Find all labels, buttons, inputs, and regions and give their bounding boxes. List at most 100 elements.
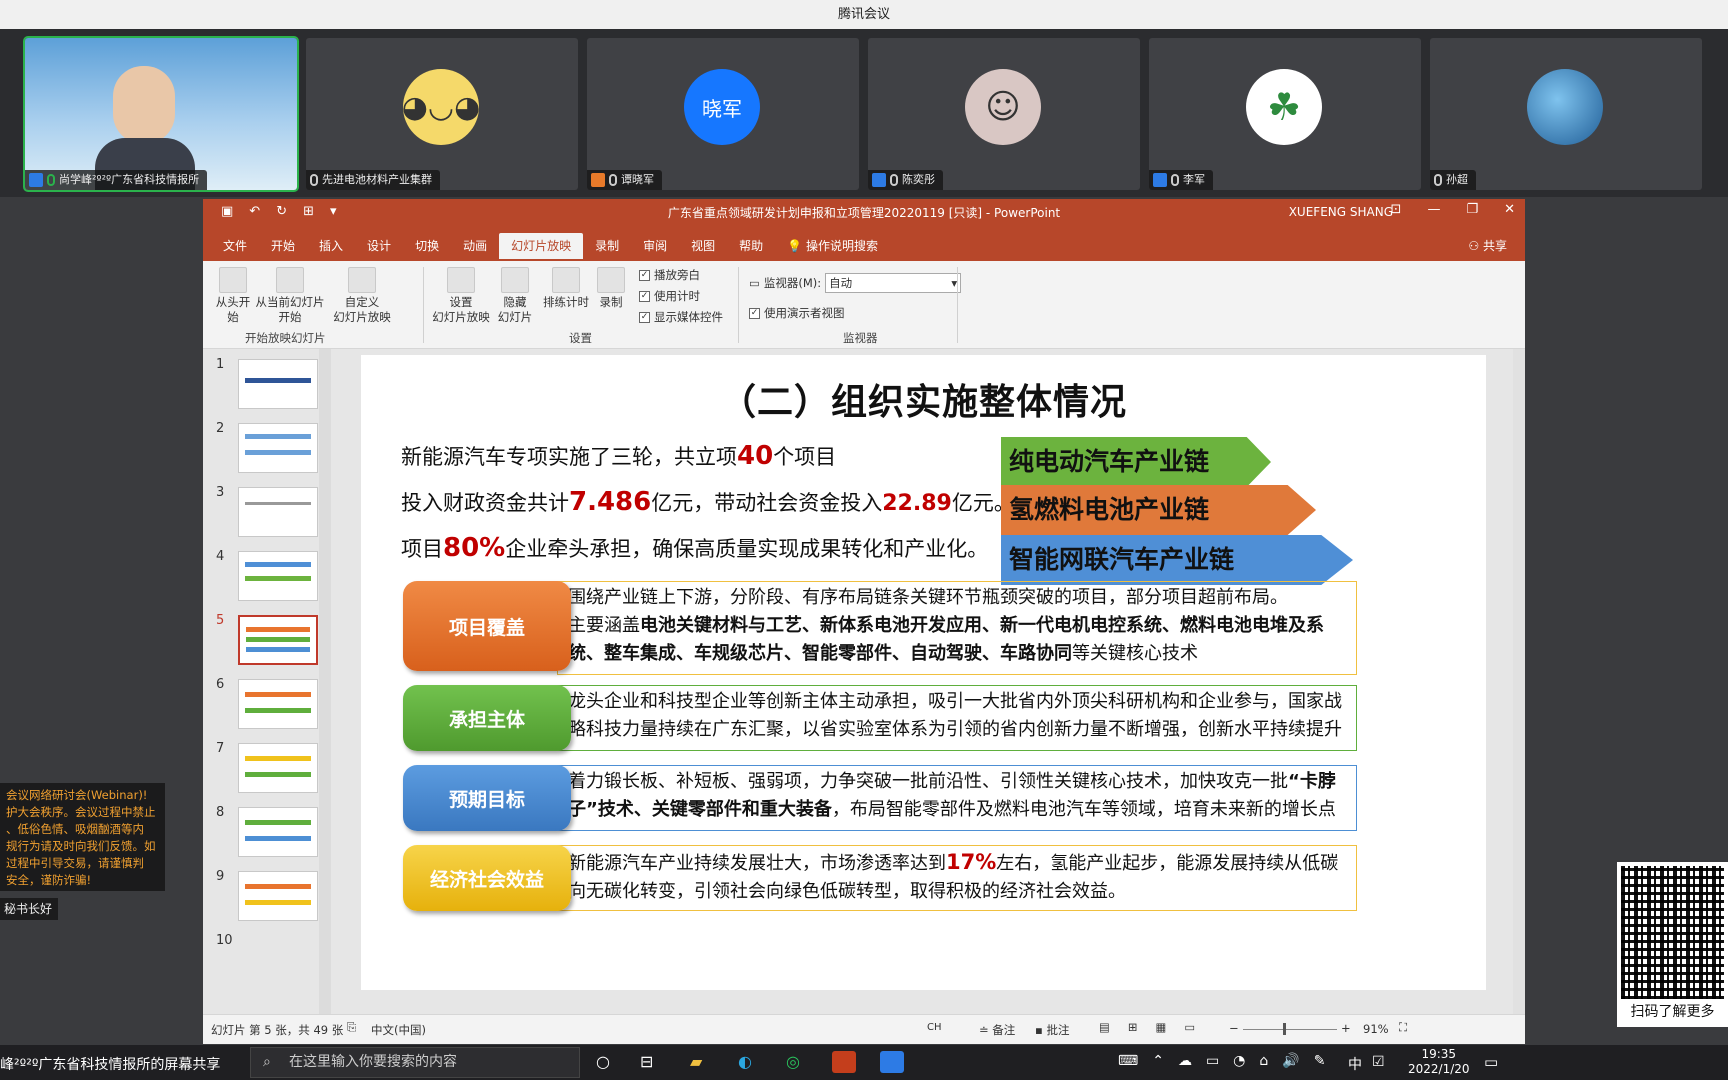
- thumbnails-scrollbar[interactable]: [319, 349, 331, 1014]
- custom-slideshow-button[interactable]: 自定义 幻灯片放映: [325, 265, 399, 325]
- system-tray-icons[interactable]: ⌨⌃☁▭◔⌂🔊✎: [1118, 1053, 1339, 1069]
- spellcheck-icon[interactable]: ⎘: [347, 1020, 356, 1035]
- participant-tile-1[interactable]: 尚学峰²º²º广东省科技情报所: [23, 36, 299, 192]
- share-label: 共享: [1482, 239, 1507, 253]
- slide-thumbnail[interactable]: [238, 871, 318, 921]
- slide-thumbnail[interactable]: [238, 487, 318, 537]
- from-start-button[interactable]: 从头开始: [211, 265, 255, 325]
- taskbar-search[interactable]: ⌕ 在这里输入你要搜索的内容: [250, 1047, 580, 1078]
- tab-help[interactable]: 帮助: [727, 233, 775, 259]
- participant-tile-2[interactable]: ◕◡◕ 先进电池材料产业集群: [306, 38, 578, 190]
- fit-slide-icon[interactable]: ⛶: [1399, 1020, 1407, 1035]
- ime-indicator[interactable]: 中: [1348, 1054, 1362, 1074]
- monitor-select[interactable]: 自动 ▾: [825, 273, 962, 293]
- checkbox-label: 使用演示者视图: [764, 306, 845, 320]
- participant-tile-6[interactable]: 孙超: [1430, 38, 1702, 190]
- zoom-level[interactable]: 91%: [1363, 1022, 1389, 1036]
- tab-review[interactable]: 审阅: [631, 233, 679, 259]
- ppt-titlebar: ▣ ↶ ↻ ⊞ ▾ 广东省重点领域研发计划申报和立项管理20220119 [只读…: [203, 199, 1525, 261]
- current-slide[interactable]: （二）组织实施整体情况 新能源汽车专项实施了三轮，共立项40个项目 投入财政资金…: [361, 355, 1486, 990]
- thumb-number: 7: [216, 741, 225, 756]
- slide-thumbnail[interactable]: [238, 807, 318, 857]
- mic-off-icon: [1171, 174, 1179, 186]
- hide-slide-icon: [501, 267, 529, 293]
- qr-caption: 扫码了解更多: [1630, 1004, 1715, 1020]
- record-label: 录制: [599, 295, 623, 309]
- participant-tile-4[interactable]: ☺ 陈奕彤: [868, 38, 1140, 190]
- zoom-out-icon[interactable]: −: [1229, 1021, 1239, 1035]
- summary-line-1: 新能源汽车专项实施了三轮，共立项40个项目: [401, 441, 836, 471]
- comments-button[interactable]: ▪ 批注: [1035, 1022, 1069, 1038]
- tab-transitions[interactable]: 切换: [403, 233, 451, 259]
- task-view-icon[interactable]: ⊟: [640, 1052, 653, 1071]
- tab-insert[interactable]: 插入: [307, 233, 355, 259]
- slide-thumbnail[interactable]: [238, 551, 318, 601]
- participant-name-tag: 陈奕彤: [868, 170, 943, 190]
- powerpoint-icon[interactable]: [832, 1051, 856, 1073]
- slide-thumbnail-current[interactable]: [238, 615, 318, 665]
- zoom-slider[interactable]: [1243, 1029, 1337, 1030]
- action-center-icon[interactable]: ☑: [1372, 1054, 1385, 1070]
- slide-thumbnail[interactable]: [238, 679, 318, 729]
- file-explorer-icon[interactable]: ▰: [690, 1052, 702, 1071]
- checkmark-icon: ✓: [639, 269, 650, 281]
- edge-icon[interactable]: ◐: [738, 1052, 752, 1071]
- participant-strip: 尚学峰²º²º广东省科技情报所 ◕◡◕ 先进电池材料产业集群 晓军 谭晓军 ☺ …: [0, 29, 1728, 197]
- tab-home[interactable]: 开始: [259, 233, 307, 259]
- from-current-button[interactable]: 从当前幻灯片 开始: [255, 265, 325, 325]
- presenter-view-checkbox[interactable]: ✓ 使用演示者视图: [749, 305, 845, 321]
- language-indicator[interactable]: 中文(中国): [371, 1022, 426, 1038]
- highlight-number: 80%: [443, 533, 506, 563]
- thumb-graphic: [245, 562, 311, 567]
- use-timings-checkbox[interactable]: ✓ 使用计时: [639, 288, 700, 304]
- slide-thumbnail[interactable]: [238, 743, 318, 793]
- user-name[interactable]: XUEFENG SHANG: [1289, 205, 1393, 219]
- setup-slideshow-button[interactable]: 设置 幻灯片放映: [429, 265, 493, 325]
- text: 项目: [401, 537, 443, 561]
- show-media-controls-checkbox[interactable]: ✓ 显示媒体控件: [639, 309, 723, 325]
- slide-thumbnail[interactable]: [238, 423, 318, 473]
- tab-design[interactable]: 设计: [355, 233, 403, 259]
- record-button[interactable]: 录制: [593, 265, 629, 310]
- ribbon-display-icon[interactable]: ⊡: [1391, 202, 1402, 217]
- notes-button[interactable]: ≐ 备注: [979, 1022, 1015, 1038]
- zoom-slider-thumb[interactable]: [1283, 1023, 1286, 1035]
- from-current-label: 从当前幻灯片 开始: [255, 295, 325, 324]
- rehearse-timings-button[interactable]: 排练计时: [541, 265, 591, 310]
- participant-tile-3[interactable]: 晓军 谭晓军: [587, 38, 859, 190]
- minimize-icon[interactable]: —: [1427, 202, 1440, 217]
- thumb-number: 2: [216, 421, 225, 436]
- slideshow-current-icon: [276, 267, 304, 293]
- tab-view[interactable]: 视图: [679, 233, 727, 259]
- participant-name-tag: 孙超: [1430, 170, 1476, 190]
- thumb-graphic: [245, 692, 311, 697]
- ime-indicator[interactable]: CH: [927, 1022, 942, 1033]
- view-buttons[interactable]: ▤⊞▦▭: [1099, 1020, 1213, 1034]
- play-narrations-checkbox[interactable]: ✓ 播放旁白: [639, 267, 700, 283]
- group-setup-label: 设置: [569, 331, 592, 345]
- share-button[interactable]: ⚇ 共享: [1468, 237, 1507, 254]
- tell-me-search[interactable]: 💡 操作说明搜索: [775, 233, 890, 259]
- thumb-graphic: [245, 450, 311, 455]
- slide-thumbnail[interactable]: [238, 359, 318, 409]
- window-controls: ⊡ — ❐ ✕: [1391, 202, 1515, 217]
- tencent-meeting-icon[interactable]: [880, 1051, 904, 1073]
- restore-icon[interactable]: ❐: [1466, 202, 1478, 217]
- mic-off-icon: [609, 174, 617, 186]
- close-icon[interactable]: ✕: [1504, 202, 1515, 217]
- qr-code: [1621, 866, 1724, 999]
- row-label-coverage: 项目覆盖: [403, 581, 571, 671]
- slide-scrollbar[interactable]: [1513, 349, 1525, 1014]
- participant-tile-5[interactable]: ☘ 李军: [1149, 38, 1421, 190]
- tab-file[interactable]: 文件: [211, 233, 259, 259]
- tab-record[interactable]: 录制: [583, 233, 631, 259]
- tab-animations[interactable]: 动画: [451, 233, 499, 259]
- zoom-in-icon[interactable]: +: [1341, 1021, 1351, 1035]
- tab-slideshow[interactable]: 幻灯片放映: [499, 233, 584, 259]
- cortana-icon[interactable]: ○: [596, 1052, 610, 1071]
- row-box-goals: 着力锻长板、补短板、强弱项，力争突破一批前沿性、引领性关键核心技术，加快攻克一批…: [557, 765, 1357, 831]
- hide-slide-button[interactable]: 隐藏 幻灯片: [493, 265, 537, 325]
- notifications-icon[interactable]: ▭: [1484, 1053, 1498, 1071]
- wechat-icon[interactable]: ◎: [786, 1052, 800, 1071]
- clock[interactable]: 19:35 2022/1/20: [1408, 1047, 1470, 1077]
